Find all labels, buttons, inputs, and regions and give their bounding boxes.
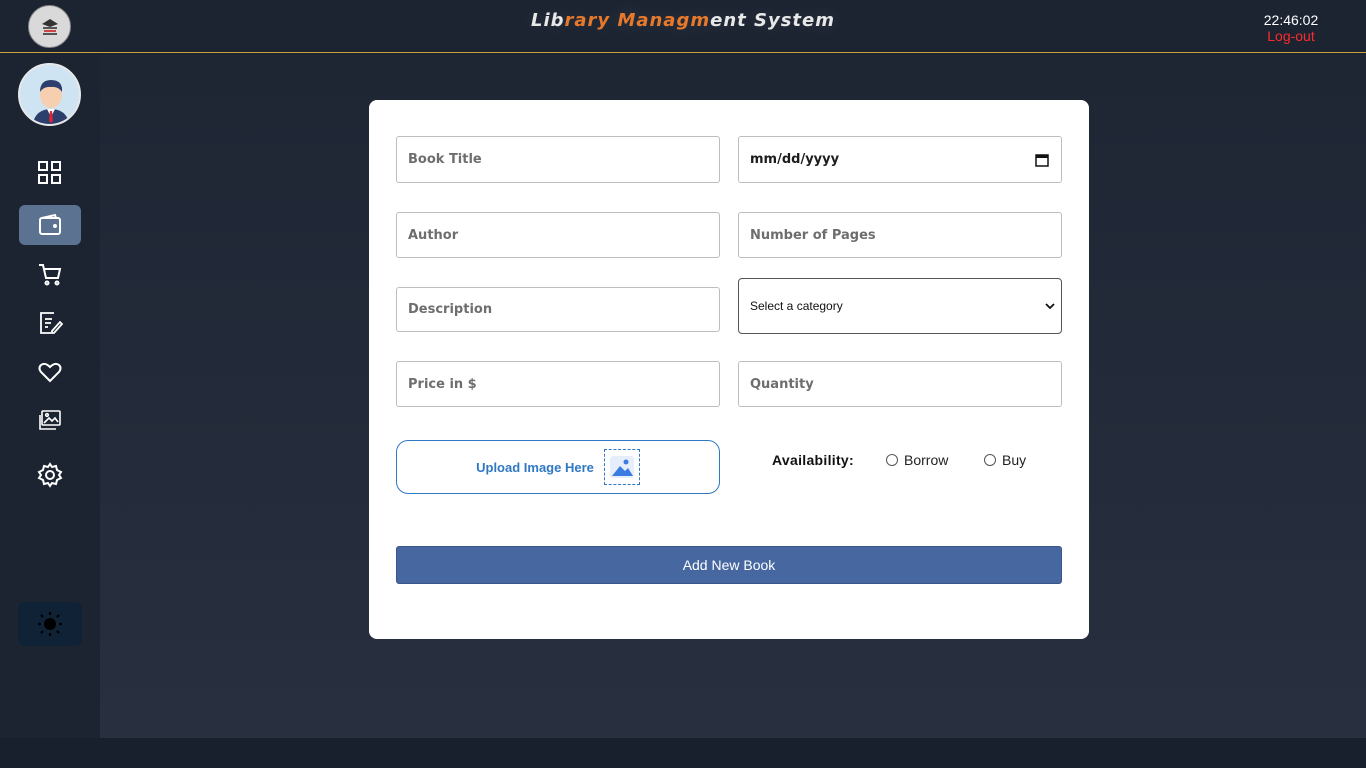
image-upload-icon [603, 449, 640, 485]
sidebar-item-gallery[interactable] [19, 401, 81, 441]
pages-input[interactable]: Number of Pages [738, 212, 1062, 258]
quantity-input[interactable]: Quantity [738, 361, 1062, 407]
availability-borrow-radio[interactable]: Borrow [886, 452, 948, 468]
upload-image-button[interactable]: Upload Image Here [396, 440, 720, 494]
sidebar-item-settings[interactable] [19, 455, 81, 495]
title-part: ent [710, 10, 747, 31]
radio-circle [886, 454, 898, 466]
date-placeholder: mm/dd/yyyy [750, 152, 840, 167]
title-part: Lib [530, 10, 565, 31]
top-bar: Library Managment System 22:46:02 Log-ou… [0, 0, 1366, 53]
images-icon [39, 410, 61, 430]
title-part: System [746, 10, 835, 31]
sidebar-item-dashboard[interactable] [19, 153, 81, 193]
theme-toggle-button[interactable] [18, 602, 82, 646]
logout-link[interactable]: Log-out [1261, 28, 1321, 44]
user-avatar-icon [20, 65, 79, 124]
sidebar [0, 54, 100, 738]
edit-document-icon [40, 312, 63, 334]
mountain-image-icon [609, 456, 634, 478]
clock: 22:46:02 [1263, 12, 1319, 28]
wallet-icon [39, 213, 61, 235]
sidebar-item-wallet[interactable] [19, 205, 81, 245]
description-input[interactable]: Description [396, 287, 720, 332]
cart-icon [39, 264, 62, 286]
book-title-input[interactable]: Book Title [396, 136, 720, 183]
add-new-book-button[interactable]: Add New Book [396, 546, 1062, 584]
add-book-form: Book Title mm/dd/yyyy Author Number of P… [369, 100, 1089, 639]
gear-icon [37, 462, 63, 488]
availability-buy-radio[interactable]: Buy [984, 452, 1026, 468]
app-title: Library Managment System [0, 10, 1366, 31]
chevron-down-icon [1045, 303, 1055, 310]
price-input[interactable]: Price in $ [396, 361, 720, 407]
radio-circle [984, 454, 996, 466]
publish-date-input[interactable]: mm/dd/yyyy [738, 136, 1062, 183]
author-input[interactable]: Author [396, 212, 720, 258]
radio-label: Buy [1002, 452, 1027, 468]
sidebar-item-edit[interactable] [19, 303, 81, 343]
heart-icon [38, 362, 62, 383]
title-part: Managm [617, 10, 711, 31]
sidebar-item-favorites[interactable] [19, 352, 81, 392]
footer-strip [0, 738, 1366, 768]
sun-icon [38, 612, 62, 636]
upload-image-label: Upload Image Here [476, 459, 594, 475]
radio-label: Borrow [904, 452, 949, 468]
title-part: rary [564, 10, 611, 31]
category-select-value: Select a category [750, 299, 843, 313]
grid-icon [38, 161, 61, 184]
avatar[interactable] [18, 63, 81, 126]
calendar-icon[interactable] [1035, 153, 1049, 167]
category-select[interactable]: Select a category [738, 278, 1062, 334]
availability-label: Availability: [772, 452, 854, 468]
sidebar-item-cart[interactable] [19, 254, 81, 294]
